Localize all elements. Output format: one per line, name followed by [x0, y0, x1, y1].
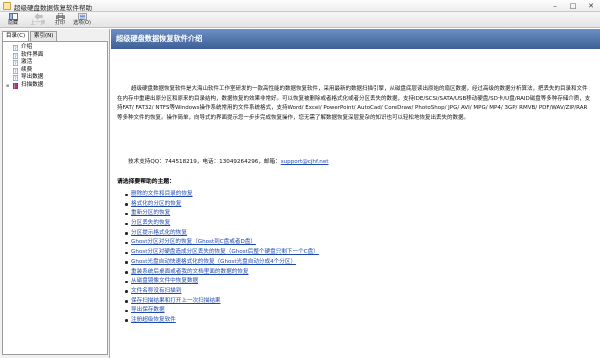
help-content: 超级硬盘数据恢复软件介绍 超级硬盘数据恢复软件是大海山软件工作室研发的一款高性能…	[111, 29, 600, 358]
topic-link[interactable]: 分区提示格式化的恢复	[131, 230, 187, 236]
topic-link[interactable]: 导出保存数据	[131, 307, 165, 313]
list-item: 注册超级恢复软件	[124, 316, 464, 326]
toolbar: 隐藏 上一步 打印 选项(O)	[0, 12, 600, 28]
help-topic-list: 删除的文件和目录的恢复 格式化的分区的恢复 重新分区的恢复 分区丢失的恢复 分区…	[124, 190, 464, 326]
tree-item-interface[interactable]: ? 软件界面	[3, 52, 107, 60]
app-help-icon	[3, 2, 11, 10]
navigation-pane: 目录(C) 索引(N) ? 介绍 ? 软件界面 ? 激活 ? 续费 ? 导出数据…	[0, 29, 110, 358]
print-button[interactable]: 打印	[49, 13, 71, 27]
list-item: 重装系统后桌面或者我的文档里面的数据的恢复	[124, 268, 464, 278]
help-page-icon: ?	[13, 75, 18, 81]
options-icon	[77, 13, 87, 20]
list-item: 导出保存数据	[124, 306, 464, 316]
software-description: 超级硬盘数据恢复软件是大海山软件工作室研发的一款高性能的数据恢复软件，采用最新的…	[117, 86, 591, 121]
list-item: 文件名称没有扫描到	[124, 287, 464, 297]
topic-link[interactable]: 注册超级恢复软件	[131, 317, 176, 323]
minimize-button[interactable]: –	[546, 0, 564, 12]
contact-line: 技术支持QQ：744518219，电话：13049264296，邮箱：suppo…	[128, 157, 328, 165]
tree-item-activate[interactable]: ? 激活	[3, 59, 107, 67]
help-page-icon: ?	[13, 60, 18, 66]
tree-item-renew[interactable]: ? 续费	[3, 67, 107, 75]
options-button[interactable]: 选项(O)	[71, 13, 93, 27]
topic-link[interactable]: Ghost分区对硬盘造成分区丢失的恢复（Ghost后整个硬盘只剩下一个C盘）	[131, 249, 319, 255]
nav-tabs: 目录(C) 索引(N)	[2, 31, 106, 42]
topic-link[interactable]: 分区丢失的恢复	[131, 220, 170, 226]
support-email-link[interactable]: support@cjhf.net	[281, 159, 329, 165]
page-title: 超级硬盘数据恢复软件介绍	[116, 34, 203, 43]
topic-link[interactable]: 从磁盘镜像文件中恢复数据	[131, 278, 198, 284]
list-item: 分区丢失的恢复	[124, 219, 464, 229]
help-page-icon: ?	[13, 45, 18, 51]
topic-link[interactable]: 格式化的分区的恢复	[131, 201, 181, 207]
expand-plus-icon[interactable]: ⊞	[6, 83, 9, 88]
help-page-icon: ?	[13, 52, 18, 59]
topic-link[interactable]: 文件名称没有扫描到	[131, 288, 181, 294]
contents-tree: ? 介绍 ? 软件界面 ? 激活 ? 续费 ? 导出数据 ⊞ 扫描数据	[2, 41, 108, 355]
topic-link[interactable]: Ghost分区对分区的恢复（Ghost到C盘或者D盘）	[131, 239, 256, 245]
tree-item-scan[interactable]: ⊞ 扫描数据	[3, 82, 107, 90]
topic-link[interactable]: 重装系统后桌面或者我的文档里面的数据的恢复	[131, 269, 248, 275]
hide-icon	[8, 13, 18, 20]
tree-item-export[interactable]: ? 导出数据	[3, 74, 107, 82]
list-item: Ghost分区对分区的恢复（Ghost到C盘或者D盘）	[124, 238, 464, 248]
tree-item-intro[interactable]: ? 介绍	[3, 44, 107, 52]
contact-text: 技术支持QQ：744518219，电话：13049264296，邮箱：	[128, 159, 281, 165]
list-item: 分区提示格式化的恢复	[124, 229, 464, 239]
tab-index[interactable]: 索引(N)	[30, 31, 58, 41]
book-icon	[13, 83, 18, 89]
content-header: 超级硬盘数据恢复软件介绍	[111, 29, 600, 49]
topic-link[interactable]: 保存扫描结果和打开上一次扫描结果	[131, 298, 221, 304]
close-button[interactable]: ✕	[582, 0, 600, 12]
back-button[interactable]: 上一步	[27, 13, 49, 27]
window-title: 超级硬盘数据恢复软件帮助	[14, 4, 92, 12]
help-topics-title: 请选择要帮助的主题：	[117, 179, 175, 185]
topic-link[interactable]: 重新分区的恢复	[131, 210, 170, 216]
help-page-icon: ?	[13, 67, 18, 74]
back-icon	[33, 13, 43, 20]
title-bar: 超级硬盘数据恢复软件帮助 – □ ✕	[0, 0, 600, 12]
hide-button[interactable]: 隐藏	[2, 13, 24, 27]
list-item: 保存扫描结果和打开上一次扫描结果	[124, 297, 464, 307]
list-item: Ghost光盘自动快速格式化的恢复（Ghost光盘自动分成4个分区）	[124, 258, 464, 268]
list-item: 从磁盘镜像文件中恢复数据	[124, 277, 464, 287]
topic-link[interactable]: 删除的文件和目录的恢复	[131, 191, 193, 197]
list-item: Ghost分区对硬盘造成分区丢失的恢复（Ghost后整个硬盘只剩下一个C盘）	[124, 248, 464, 258]
list-item: 删除的文件和目录的恢复	[124, 190, 464, 200]
topic-link[interactable]: Ghost光盘自动快速格式化的恢复（Ghost光盘自动分成4个分区）	[131, 259, 296, 265]
list-item: 格式化的分区的恢复	[124, 200, 464, 210]
list-item: 重新分区的恢复	[124, 209, 464, 219]
maximize-button[interactable]: □	[564, 0, 582, 12]
print-icon	[55, 13, 65, 20]
